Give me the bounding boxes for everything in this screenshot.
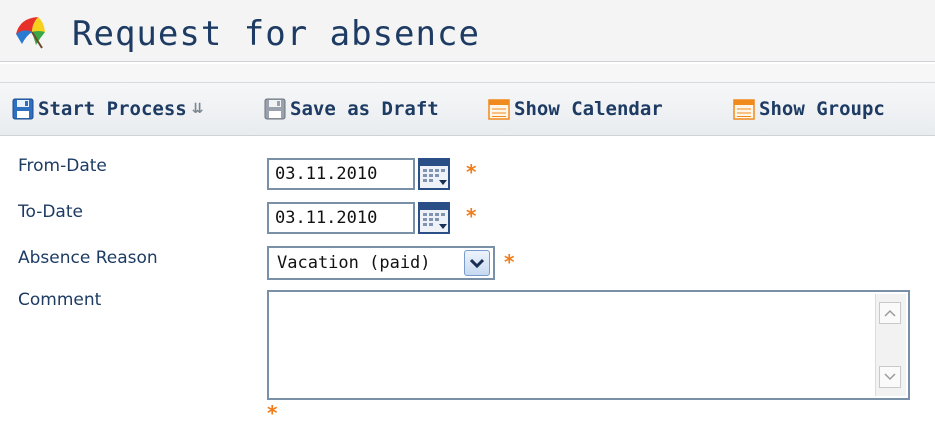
dropdown-button[interactable] [464,250,490,276]
chevron-up-icon [884,309,896,317]
save-as-draft-label: Save as Draft [290,98,439,120]
scroll-up-button[interactable] [879,302,901,324]
to-date-label: To-Date [18,202,83,222]
start-process-button[interactable]: Start Process ⇊ [12,96,203,122]
chevron-down-icon [470,258,484,268]
comment-label: Comment [18,290,102,310]
date-picker-icon[interactable] [418,158,450,190]
title-subbar [0,64,935,82]
from-date-label: From-Date [18,156,107,176]
start-process-label: Start Process [38,98,187,120]
show-calendar-label: Show Calendar [514,98,663,120]
absence-reason-select[interactable]: Vacation (paid) [267,246,495,280]
show-groupcalendar-label: Show Groupc [759,98,885,120]
show-groupcalendar-button[interactable]: Show Groupc [733,96,885,122]
group-calendar-icon [733,99,755,120]
to-date-input[interactable]: 03.11.2010 [267,202,415,234]
toolbar: Start Process ⇊ Save as Draft Show Calen… [0,82,935,136]
save-disk-gray-icon [264,98,286,120]
save-as-draft-button[interactable]: Save as Draft [264,96,439,122]
comment-scrollbar[interactable] [875,294,906,396]
title-bar: Request for absence [0,0,935,62]
required-marker: * [466,160,477,184]
page-title: Request for absence [72,14,480,54]
chevron-down-icon [884,373,896,381]
calendar-icon [488,99,510,120]
show-calendar-button[interactable]: Show Calendar [488,96,663,122]
scroll-down-button[interactable] [879,366,901,388]
comment-textarea[interactable] [267,290,910,400]
umbrella-icon [16,17,45,49]
absence-reason-label: Absence Reason [18,248,158,268]
save-disk-icon [12,98,34,120]
from-date-input[interactable]: 03.11.2010 [267,158,415,190]
required-marker: * [466,204,477,228]
required-marker: * [267,401,278,425]
date-picker-icon[interactable] [418,202,450,234]
required-marker: * [504,250,515,274]
chevron-down-icon[interactable]: ⇊ [192,101,204,117]
absence-reason-value: Vacation (paid) [277,253,431,273]
